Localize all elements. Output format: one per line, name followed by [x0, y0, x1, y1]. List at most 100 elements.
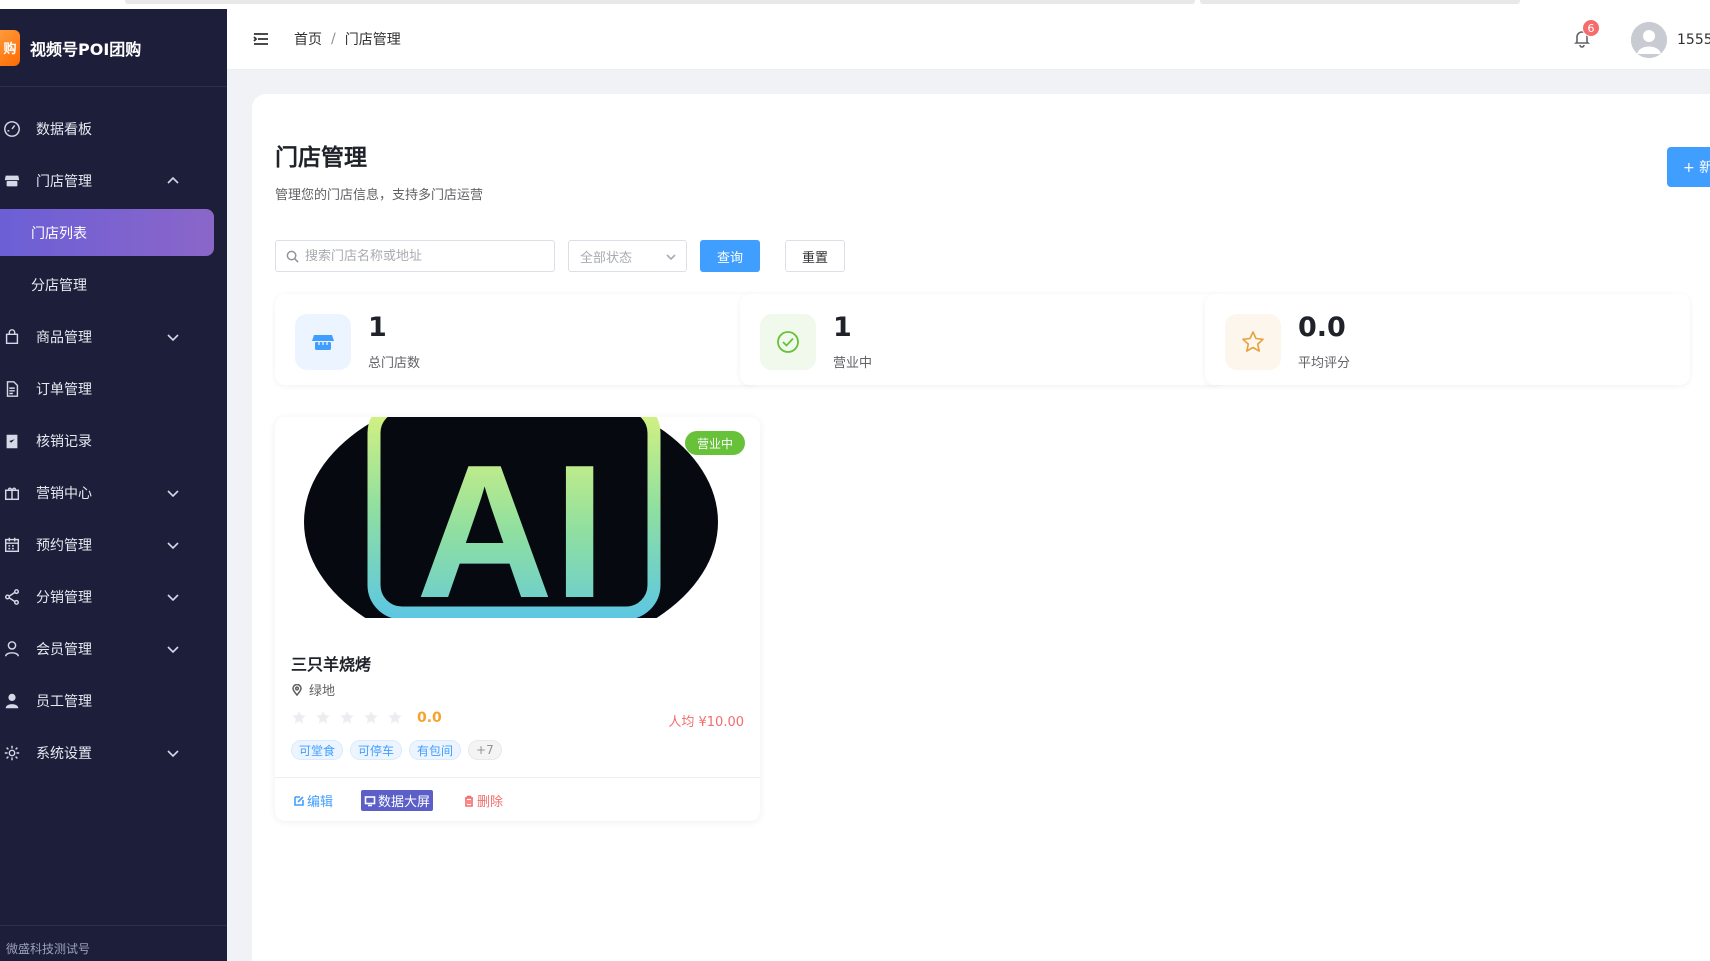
stat-card-open: 1 营业中 [740, 294, 1225, 385]
store-image-text: AI [416, 426, 606, 618]
store-name: 三只羊烧烤 [291, 655, 372, 674]
gift-icon [2, 483, 22, 503]
breadcrumb-home[interactable]: 首页 [294, 29, 322, 49]
sidebar-item-label: 商品管理 [36, 330, 92, 346]
stat-label: 总门店数 [368, 356, 421, 371]
stat-value: 0.0 [1298, 312, 1346, 343]
document-icon [2, 379, 22, 399]
more-tags-badge[interactable]: +7 [468, 740, 502, 760]
browser-top-strip [0, 0, 1710, 9]
sidebar-subitem-store-list[interactable]: 门店列表 [0, 209, 214, 256]
page-title: 门店管理 [275, 145, 367, 171]
rating-stars: 0.0 [291, 710, 442, 726]
stat-card-total: 1 总门店数 [275, 294, 760, 385]
sidebar-item-label: 营销中心 [36, 486, 92, 502]
star-icon [387, 710, 403, 726]
search-icon [286, 250, 299, 263]
chevron-down-icon [166, 642, 180, 656]
store-tag: 可堂食 [291, 740, 344, 760]
stat-label: 营业中 [833, 356, 873, 371]
sidebar-footer: 微盛科技测试号 [0, 925, 227, 961]
add-store-button[interactable]: + 新 [1667, 147, 1710, 187]
check-circle-icon [760, 314, 816, 370]
stat-card-rating: 0.0 平均评分 [1205, 294, 1690, 385]
username: 15555 [1677, 32, 1710, 48]
sidebar-item-label: 员工管理 [36, 694, 92, 710]
delete-label: 删除 [477, 795, 504, 810]
brand-name: 视频号POI团购 [30, 39, 142, 59]
sidebar-item-members[interactable]: 会员管理 [0, 623, 227, 675]
star-icon [291, 710, 307, 726]
brand-logo: 购 [0, 29, 20, 66]
sidebar-item-verification[interactable]: 核销记录 [0, 415, 227, 467]
store-image[interactable]: AI [304, 417, 718, 618]
breadcrumb-separator: / [331, 31, 336, 47]
sidebar-item-distribution[interactable]: 分销管理 [0, 571, 227, 623]
notification-badge: 6 [1582, 19, 1600, 37]
store-tags: 可堂食 可停车 有包间 +7 [291, 740, 509, 760]
trash-icon [465, 795, 474, 807]
sidebar-subitem-label: 分店管理 [31, 278, 87, 294]
top-strip-bar [1200, 0, 1520, 4]
store-address-text: 绿地 [309, 684, 336, 699]
page-subtitle: 管理您的门店信息，支持多门店运营 [275, 188, 484, 203]
data-screen-label: 数据大屏 [378, 795, 431, 810]
chevron-down-icon [166, 746, 180, 760]
search-input[interactable] [305, 248, 545, 264]
sidebar-subitem-branch[interactable]: 分店管理 [0, 259, 227, 311]
sidebar-item-label: 核销记录 [36, 434, 92, 450]
sidebar-item-dashboard[interactable]: 数据看板 [0, 103, 227, 155]
chevron-down-icon [166, 538, 180, 552]
location-icon [292, 683, 302, 696]
average-price: 人均 ¥10.00 [668, 715, 744, 730]
sidebar-item-settings[interactable]: 系统设置 [0, 727, 227, 779]
bag-icon [2, 327, 22, 347]
breadcrumb: 首页 / 门店管理 [294, 29, 401, 49]
stat-value: 1 [833, 312, 852, 343]
sidebar-item-staff[interactable]: 员工管理 [0, 675, 227, 727]
edit-button[interactable]: 编辑 [293, 791, 333, 810]
share-icon [2, 587, 22, 607]
sidebar-item-label: 分销管理 [36, 590, 92, 606]
sidebar-item-booking[interactable]: 预约管理 [0, 519, 227, 571]
brand[interactable]: 购 视频号POI团购 [0, 9, 227, 87]
stat-label: 平均评分 [1298, 356, 1351, 371]
card-divider [275, 777, 760, 778]
sidebar-item-label: 数据看板 [36, 122, 92, 138]
notification-button[interactable]: 6 [1572, 19, 1600, 50]
star-icon [339, 710, 355, 726]
status-select-value: 全部状态 [580, 250, 633, 266]
sidebar-item-store[interactable]: 门店管理 [0, 155, 227, 207]
sidebar-item-label: 门店管理 [36, 174, 92, 190]
breadcrumb-current: 门店管理 [344, 32, 401, 48]
monitor-icon [364, 795, 376, 806]
store-card[interactable]: AI 营业中 三只羊烧烤 绿地 0.0 人均 ¥10.00 可堂食 可停车 有包… [275, 417, 760, 821]
chevron-down-icon [166, 330, 180, 344]
gear-icon [2, 743, 22, 763]
sidebar-item-products[interactable]: 商品管理 [0, 311, 227, 363]
user-filled-icon [2, 691, 22, 711]
reset-button[interactable]: 重置 [785, 240, 845, 272]
sidebar-item-orders[interactable]: 订单管理 [0, 363, 227, 415]
status-select[interactable]: 全部状态 [568, 240, 687, 272]
edit-label: 编辑 [307, 795, 334, 810]
sidebar-item-marketing[interactable]: 营销中心 [0, 467, 227, 519]
query-button[interactable]: 查询 [700, 240, 760, 272]
user-icon [2, 639, 22, 659]
sidebar-subitem-label: 门店列表 [31, 225, 87, 242]
chevron-down-icon [166, 486, 180, 500]
user-menu[interactable]: 15555 [1631, 22, 1710, 58]
edit-icon [294, 795, 304, 806]
status-badge: 营业中 [685, 431, 745, 455]
star-icon [1225, 314, 1281, 370]
delete-button[interactable]: 删除 [463, 791, 503, 810]
rating-value: 0.0 [417, 710, 442, 726]
store-icon [2, 171, 22, 191]
dashboard-icon [2, 119, 22, 139]
avatar [1631, 22, 1667, 58]
menu-toggle-icon[interactable] [252, 30, 270, 48]
sidebar-menu: 数据看板 门店管理 门店列表 分店管理 商品管理 订单管理 核销记录 营销中心 [0, 87, 227, 779]
sidebar-item-label: 订单管理 [36, 382, 92, 398]
data-screen-button[interactable]: 数据大屏 [361, 790, 434, 811]
sidebar-item-label: 预约管理 [36, 538, 92, 554]
